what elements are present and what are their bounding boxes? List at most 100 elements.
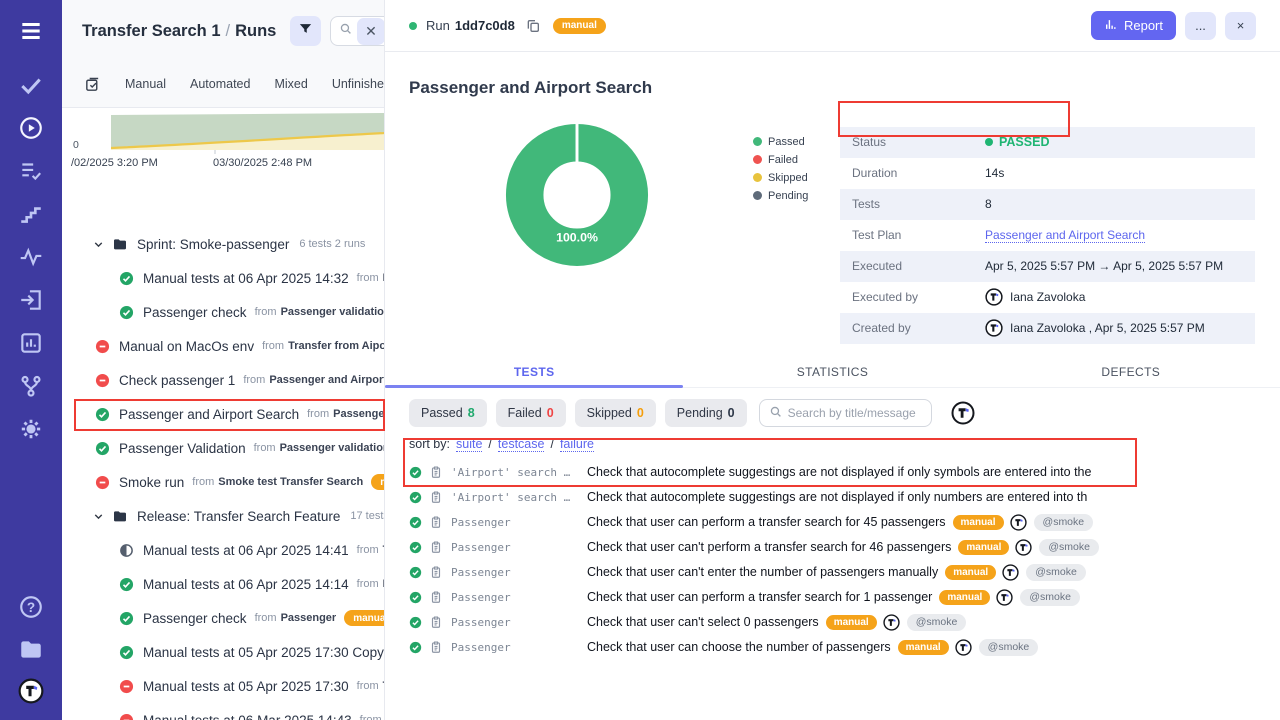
- chevron-down-icon[interactable]: [92, 510, 105, 523]
- passed-status-icon: [409, 641, 422, 654]
- tree-run-row[interactable]: Manual tests at 06 Apr 2025 14:41fromTra…: [62, 533, 384, 567]
- summary-row-executed-by: Executed byIana Zavoloka: [840, 282, 1255, 313]
- tree-run-row[interactable]: Manual tests at 06 Apr 2025 14:14fromPas…: [62, 567, 384, 601]
- smoke-tag: @smoke: [1039, 539, 1099, 556]
- chevron-down-icon[interactable]: [92, 238, 105, 251]
- test-row[interactable]: PassengerCheck that user can't select 0 …: [385, 610, 1280, 635]
- panel-tab-automated[interactable]: Automated: [190, 77, 250, 91]
- tree-run-row[interactable]: Manual tests at 06 Apr 2025 14:32fromPas…: [62, 261, 384, 295]
- tree-item-label: Manual tests at 05 Apr 2025 17:30: [143, 679, 349, 694]
- check-icon[interactable]: [18, 72, 44, 98]
- smoke-tag: @smoke: [1034, 514, 1094, 531]
- steps-icon[interactable]: [18, 201, 44, 227]
- panel-tab-manual[interactable]: Manual: [125, 77, 166, 91]
- tree-item-label: Manual tests at 06 Apr 2025 14:41: [143, 543, 349, 558]
- more-button[interactable]: ...: [1185, 12, 1216, 40]
- tab-statistics[interactable]: STATISTICS: [683, 361, 981, 387]
- manual-badge: manual: [945, 565, 996, 580]
- play-circle-icon[interactable]: [18, 115, 44, 141]
- tree-run-row[interactable]: Passenger ValidationfromPassenger valida…: [62, 431, 384, 465]
- tab-tests[interactable]: TESTS: [385, 361, 683, 387]
- panel-tab-mixed[interactable]: Mixed: [274, 77, 307, 91]
- test-row[interactable]: PassengerCheck that user can perform a t…: [385, 510, 1280, 535]
- filter-passed-button[interactable]: Passed8: [409, 399, 487, 427]
- test-title: Check that user can choose the number of…: [587, 640, 891, 654]
- search-close-button[interactable]: ✕: [357, 18, 385, 45]
- test-row[interactable]: PassengerCheck that user can't perform a…: [385, 535, 1280, 560]
- assignee-avatar: [1015, 539, 1032, 556]
- filter-failed-button[interactable]: Failed0: [496, 399, 566, 427]
- passed-status-icon: [119, 611, 134, 626]
- tree-run-row[interactable]: Manual tests at 06 Mar 2025 14:43from: [62, 703, 384, 720]
- panel-tab-unfinished[interactable]: Unfinished: [332, 77, 385, 91]
- summary-value[interactable]: Passenger and Airport Search: [985, 228, 1145, 243]
- tree-item-meta: 17 tests 5: [350, 510, 384, 522]
- runs-trend-chart[interactable]: [111, 112, 385, 154]
- test-suite-name: Passenger: [451, 591, 583, 604]
- tree-run-row[interactable]: Passenger checkfromPassengermanual6: [62, 601, 384, 635]
- test-row[interactable]: 'Airport' search …Check that autocomplet…: [385, 485, 1280, 510]
- tree-item-label: Passenger Validation: [119, 441, 246, 456]
- status-passed-value: PASSED: [985, 135, 1049, 149]
- test-plan-link[interactable]: Passenger and Airport Search: [985, 228, 1145, 243]
- from-label: from: [357, 578, 379, 590]
- donut-percent-label: 100.0%: [556, 230, 598, 244]
- tree-folder-row[interactable]: Release: Transfer Search Feature17 tests…: [62, 499, 384, 533]
- tree-item-label: Smoke run: [119, 475, 184, 490]
- import-icon[interactable]: [18, 287, 44, 313]
- summary-row-tests: Tests8: [840, 189, 1255, 220]
- tree-item-label: Manual tests at 06 Mar 2025 14:43: [143, 713, 352, 720]
- runs-tree: Sprint: Smoke-passenger6 tests 2 runsMan…: [62, 227, 384, 720]
- sort-link-suite[interactable]: suite: [456, 437, 482, 452]
- tree-run-row[interactable]: Manual tests at 05 Apr 2025 17:30 Copyfr…: [62, 635, 384, 669]
- menu-icon[interactable]: [18, 18, 44, 44]
- sort-link-failure[interactable]: failure: [560, 437, 594, 452]
- branches-icon[interactable]: [18, 373, 44, 399]
- tree-run-row[interactable]: Passenger checkfromPassenger validationm…: [62, 295, 384, 329]
- tree-run-row[interactable]: Check passenger 1fromPassenger and Airpo…: [62, 363, 384, 397]
- test-row[interactable]: PassengerCheck that user can't enter the…: [385, 560, 1280, 585]
- filter-pending-button[interactable]: Pending0: [665, 399, 747, 427]
- filter-skipped-button[interactable]: Skipped0: [575, 399, 656, 427]
- activity-icon[interactable]: [18, 244, 44, 270]
- breadcrumb-project[interactable]: Transfer Search 1: [82, 22, 221, 40]
- failed-status-icon: [119, 679, 134, 694]
- from-suite-name: Passenger validation: [280, 442, 384, 454]
- checklist-icon[interactable]: [18, 158, 44, 184]
- tree-run-row[interactable]: Smoke runfromSmoke test Transfer Searchm…: [62, 465, 384, 499]
- report-button[interactable]: Report: [1091, 11, 1176, 40]
- filter-button[interactable]: [290, 16, 321, 46]
- passed-status-icon: [119, 271, 134, 286]
- close-run-button[interactable]: ×: [1225, 12, 1256, 40]
- results-donut-chart[interactable]: 100.0%: [503, 121, 651, 269]
- sort-link-testcase[interactable]: testcase: [498, 437, 545, 452]
- run-overview: 100.0% PassedFailedSkippedPending Status…: [385, 117, 1280, 361]
- tree-run-row[interactable]: Passenger and Airport SearchfromPassenge…: [62, 397, 384, 431]
- select-all-icon[interactable]: [84, 76, 101, 93]
- help-icon[interactable]: ?: [18, 594, 44, 620]
- tests-search-input[interactable]: Search by title/message: [759, 399, 932, 427]
- from-suite-name: Pass: [383, 272, 384, 284]
- ellipsis-icon: ...: [1195, 18, 1206, 33]
- tree-folder-row[interactable]: Sprint: Smoke-passenger6 tests 2 runs: [62, 227, 384, 261]
- sort-bar: sort by: suite/testcase/failure: [385, 437, 1280, 452]
- summary-label: Test Plan: [852, 228, 985, 242]
- test-row[interactable]: PassengerCheck that user can choose the …: [385, 635, 1280, 660]
- summary-row-test-plan: Test PlanPassenger and Airport Search: [840, 220, 1255, 251]
- report-button-label: Report: [1124, 18, 1163, 33]
- tree-item-label: Manual tests at 06 Apr 2025 14:14: [143, 577, 349, 592]
- reports-icon[interactable]: [18, 330, 44, 356]
- copy-icon[interactable]: [525, 18, 541, 34]
- test-row[interactable]: PassengerCheck that user can perform a t…: [385, 585, 1280, 610]
- tree-run-row[interactable]: Manual tests at 05 Apr 2025 17:30fromTra…: [62, 669, 384, 703]
- close-icon: ×: [1237, 18, 1245, 33]
- settings-icon[interactable]: [18, 416, 44, 442]
- test-row[interactable]: 'Airport' search …Check that autocomplet…: [385, 460, 1280, 485]
- passed-status-icon: [409, 466, 422, 479]
- testomat-logo-icon[interactable]: [18, 678, 44, 704]
- assignee-avatar[interactable]: [951, 401, 975, 425]
- projects-icon[interactable]: [18, 636, 44, 662]
- tab-defects[interactable]: DEFECTS: [982, 361, 1280, 387]
- manual-badge: manual: [826, 615, 877, 630]
- tree-run-row[interactable]: Manual on MacOs envfromTransfer from Aip…: [62, 329, 384, 363]
